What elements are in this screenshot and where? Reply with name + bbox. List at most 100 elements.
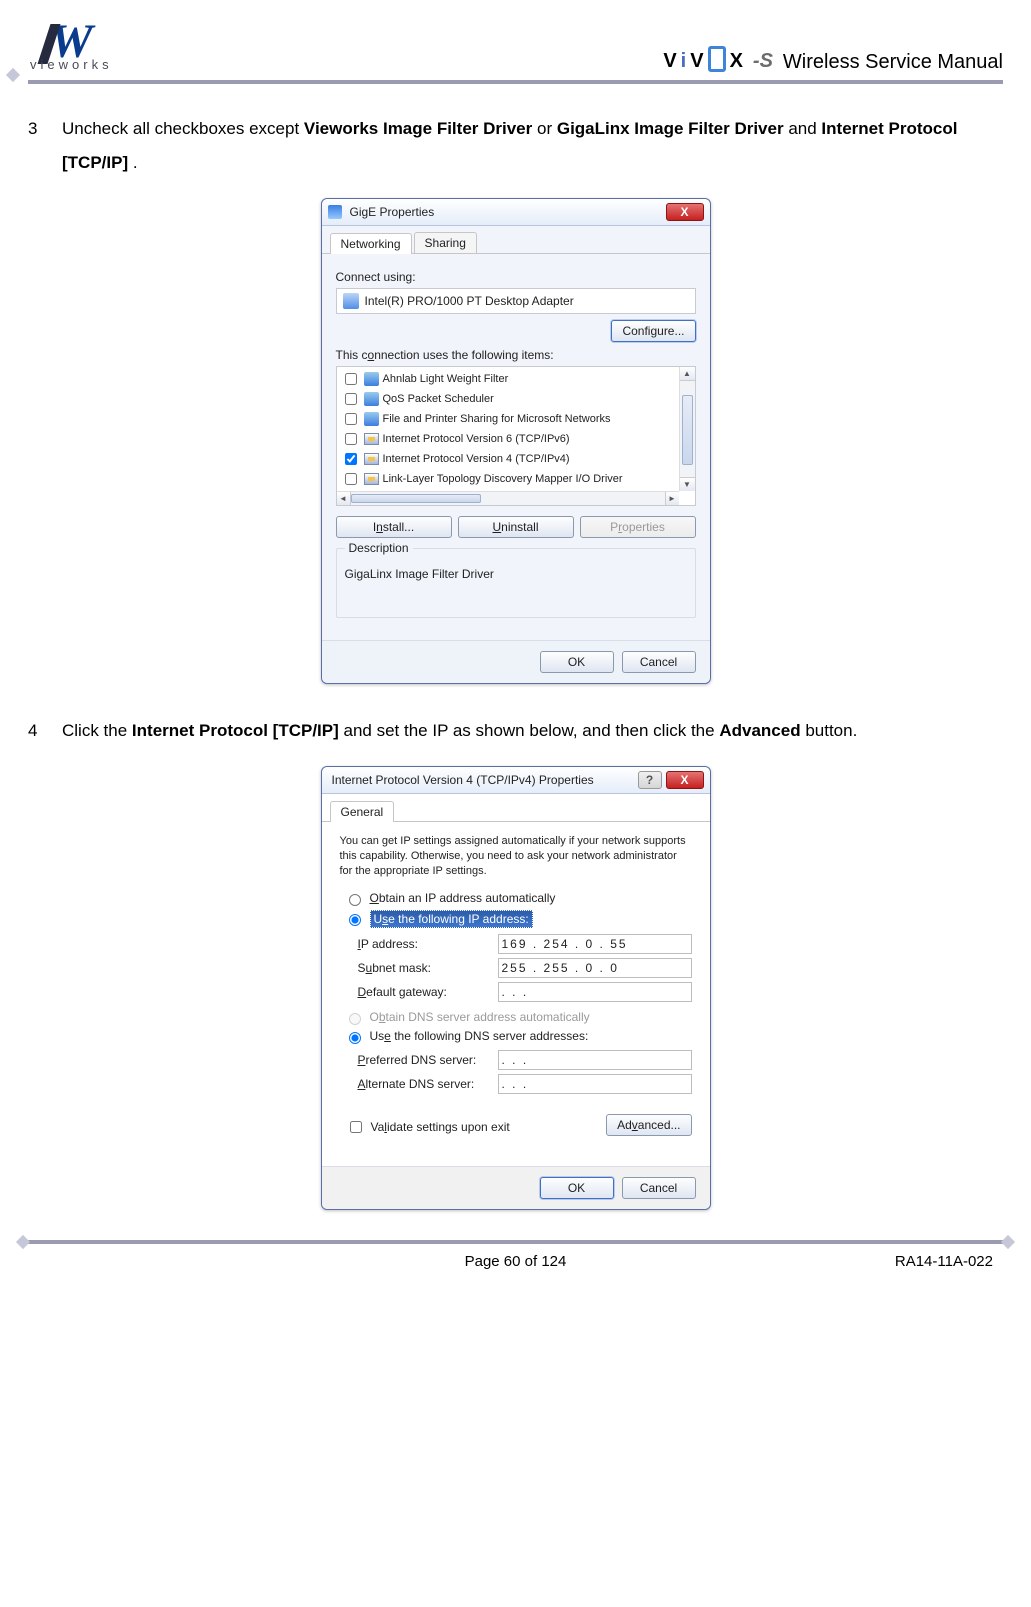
adapter-field[interactable]: Intel(R) PRO/1000 PT Desktop Adapter — [336, 288, 696, 314]
radio-input[interactable] — [349, 1032, 361, 1044]
uninstall-button[interactable]: Uninstall — [458, 516, 574, 538]
item-label: File and Printer Sharing for Microsoft N… — [383, 413, 611, 425]
vivix-logo: ViVX -S — [663, 48, 773, 74]
cancel-button[interactable]: Cancel — [622, 651, 696, 673]
description-text: GigaLinx Image Filter Driver — [345, 567, 687, 581]
radio-obtain-ip[interactable]: Obtain an IP address automatically — [340, 889, 692, 908]
gige-properties-window: GigE Properties X Networking Sharing Con… — [321, 198, 711, 684]
filter-icon — [364, 372, 379, 386]
validate-checkbox[interactable] — [350, 1121, 362, 1133]
properties-button[interactable]: Properties — [580, 516, 696, 538]
filter-icon — [364, 412, 379, 426]
default-gateway-input[interactable]: . . . — [498, 982, 692, 1002]
tab-general[interactable]: General — [330, 801, 395, 822]
tcpip-titlebar[interactable]: Internet Protocol Version 4 (TCP/IPv4) P… — [322, 767, 710, 794]
gige-titlebar[interactable]: GigE Properties X — [322, 199, 710, 226]
step-3-text-e: and — [788, 119, 821, 138]
step-3-text-c: or — [537, 119, 557, 138]
page-title: Wireless Service Manual — [783, 51, 1003, 74]
scroll-right-icon[interactable]: ► — [665, 492, 679, 505]
validate-checkbox-row[interactable]: Validate settings upon exit — [346, 1118, 510, 1136]
tab-networking[interactable]: Networking — [330, 233, 412, 254]
ok-button[interactable]: OK — [540, 1177, 614, 1199]
scroll-down-icon[interactable]: ▼ — [680, 477, 695, 491]
page-header: W vieworks ViVX -S Wireless Service Manu… — [28, 18, 1003, 84]
radio-use-ip[interactable]: Use the following IP address: — [340, 908, 692, 930]
radio-obtain-dns: Obtain DNS server address automatically — [340, 1008, 692, 1027]
vertical-scrollbar[interactable]: ▲ ▼ — [679, 367, 695, 491]
install-button[interactable]: Install... — [336, 516, 452, 538]
item-checkbox[interactable] — [345, 393, 357, 405]
item-label: QoS Packet Scheduler — [383, 393, 494, 405]
vieworks-logo: W vieworks — [28, 18, 148, 74]
adapter-name: Intel(R) PRO/1000 PT Desktop Adapter — [365, 294, 574, 308]
item-label: Internet Protocol Version 6 (TCP/IPv6) — [383, 433, 570, 445]
step-3-text-a: Uncheck all checkboxes except — [62, 119, 304, 138]
tcpip-window-title: Internet Protocol Version 4 (TCP/IPv4) P… — [328, 773, 638, 787]
preferred-dns-input[interactable]: . . . — [498, 1050, 692, 1070]
subnet-mask-row: Subnet mask: 255 . 255 . 0 . 0 — [358, 958, 692, 978]
step-4-bold-1: Internet Protocol [TCP/IP] — [132, 721, 339, 740]
close-button[interactable]: X — [666, 771, 704, 789]
tab-sharing[interactable]: Sharing — [414, 232, 477, 253]
list-item[interactable]: File and Printer Sharing for Microsoft N… — [337, 409, 679, 429]
network-icon — [328, 205, 342, 219]
scroll-thumb[interactable] — [682, 395, 693, 465]
item-checkbox[interactable] — [345, 453, 357, 465]
item-label: Link-Layer Topology Discovery Mapper I/O… — [383, 473, 623, 485]
advanced-button[interactable]: Advanced... — [606, 1114, 691, 1136]
list-item[interactable]: Internet Protocol Version 6 (TCP/IPv6) — [337, 429, 679, 449]
radio-use-dns[interactable]: Use the following DNS server addresses: — [340, 1027, 692, 1046]
alternate-dns-row: Alternate DNS server: . . . — [358, 1074, 692, 1094]
header-divider-diamond — [6, 68, 20, 82]
ok-button[interactable]: OK — [540, 651, 614, 673]
scroll-up-icon[interactable]: ▲ — [680, 367, 695, 381]
alternate-dns-input[interactable]: . . . — [498, 1074, 692, 1094]
tcpip-tabs: General — [322, 794, 710, 822]
scroll-left-icon[interactable]: ◄ — [337, 492, 351, 505]
description-group: Description GigaLinx Image Filter Driver — [336, 548, 696, 618]
item-checkbox[interactable] — [345, 413, 357, 425]
scroll-thumb[interactable] — [351, 494, 481, 503]
item-checkbox[interactable] — [345, 473, 357, 485]
vieworks-logo-text: vieworks — [30, 57, 113, 72]
gige-window-title: GigE Properties — [346, 205, 666, 219]
radio-input — [349, 1013, 361, 1025]
filter-icon — [364, 392, 379, 406]
item-checkbox[interactable] — [345, 373, 357, 385]
radio-input[interactable] — [349, 894, 361, 906]
step-3-bold-2: GigaLinx Image Filter Driver — [557, 119, 784, 138]
connection-items-list: Ahnlab Light Weight Filter QoS Packet Sc… — [336, 366, 696, 506]
step-3-bold-1: Vieworks Image Filter Driver — [304, 119, 532, 138]
step-3-text-g: . — [133, 153, 138, 172]
step-4-bold-2: Advanced — [719, 721, 800, 740]
list-item[interactable]: Internet Protocol Version 4 (TCP/IPv4) — [337, 449, 679, 469]
list-item[interactable]: Ahnlab Light Weight Filter — [337, 369, 679, 389]
cancel-button[interactable]: Cancel — [622, 1177, 696, 1199]
item-label: Ahnlab Light Weight Filter — [383, 373, 509, 385]
radio-input[interactable] — [349, 914, 361, 926]
ip-address-row: IP address: 169 . 254 . 0 . 55 — [358, 934, 692, 954]
configure-button[interactable]: Configure... — [611, 320, 695, 342]
close-button[interactable]: X — [666, 203, 704, 221]
ip-address-input[interactable]: 169 . 254 . 0 . 55 — [498, 934, 692, 954]
adapter-icon — [343, 293, 359, 309]
step-3: 3 Uncheck all checkboxes except Vieworks… — [28, 112, 1003, 180]
list-item[interactable]: Link-Layer Topology Discovery Mapper I/O… — [337, 469, 679, 489]
preferred-dns-row: Preferred DNS server: . . . — [358, 1050, 692, 1070]
item-checkbox[interactable] — [345, 433, 357, 445]
help-button[interactable]: ? — [638, 771, 662, 789]
list-item[interactable]: QoS Packet Scheduler — [337, 389, 679, 409]
default-gateway-row: Default gateway: . . . — [358, 982, 692, 1002]
step-4-text-c: and set the IP as shown below, and then … — [344, 721, 720, 740]
subnet-mask-input[interactable]: 255 . 255 . 0 . 0 — [498, 958, 692, 978]
item-label: Internet Protocol Version 4 (TCP/IPv4) — [383, 453, 570, 465]
page-footer: Page 60 of 124 RA14-11A-022 — [28, 1240, 1003, 1280]
tcpip-intro-text: You can get IP settings assigned automat… — [340, 834, 692, 879]
step-3-number: 3 — [28, 112, 62, 180]
footer-diamond-left — [16, 1234, 30, 1248]
protocol-icon — [364, 473, 379, 485]
horizontal-scrollbar[interactable]: ◄ ► — [337, 491, 679, 505]
items-label: This connection uses the following items… — [336, 348, 696, 362]
connect-using-label: Connect using: — [336, 270, 696, 284]
